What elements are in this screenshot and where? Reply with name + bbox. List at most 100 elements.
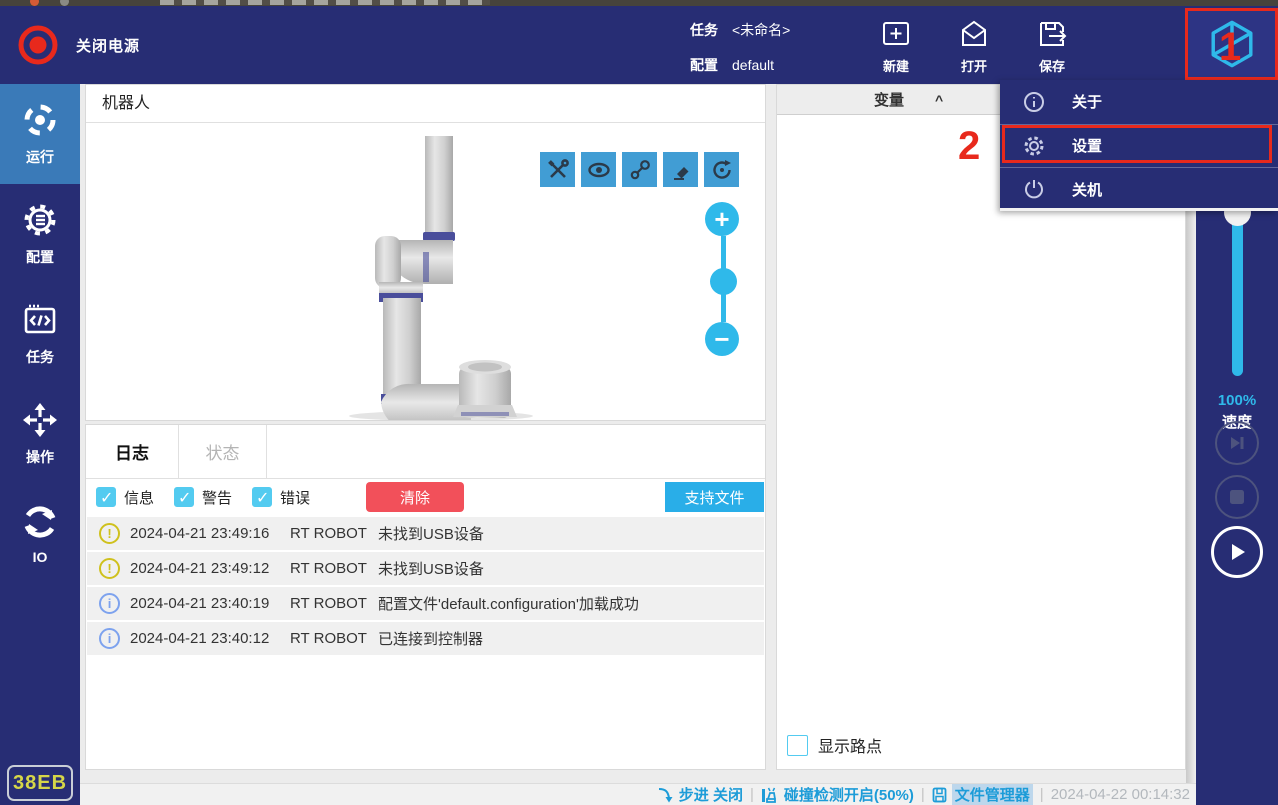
show-waypoints-label: 显示路点 [818, 739, 883, 756]
zoom-slider-knob[interactable] [709, 268, 737, 295]
log-source: RT ROBOT [290, 560, 367, 577]
open-button[interactable]: 打开 [958, 18, 990, 75]
collapse-caret-icon: ^ [935, 91, 944, 108]
sidebar-item-operate[interactable]: 操作 [0, 384, 80, 484]
clear-log-button[interactable]: 清除 [366, 482, 465, 512]
collision-label: 碰撞检测开启(50%) [783, 787, 914, 804]
power-off-button[interactable]: 关闭电源 [16, 23, 140, 67]
new-file-icon [880, 18, 912, 50]
config-gear-icon [22, 202, 58, 238]
separator: | [920, 786, 925, 803]
new-label: 新建 [882, 59, 909, 74]
sidebar-item-run[interactable]: 运行 [0, 84, 80, 184]
checkbox-info[interactable] [96, 487, 116, 508]
file-manager-button[interactable]: 文件管理器 [932, 784, 1033, 805]
log-filter-row: 信息 警告 错误 清除 支持文件 [86, 479, 765, 515]
sidebar-nav: 运行 配置 任务 操作 IO 38EB [0, 84, 80, 805]
sidebar-config-label: 配置 [26, 248, 54, 265]
log-row: ! 2024-04-21 23:49:16 RT ROBOT 未找到USB设备 [87, 517, 764, 550]
info-icon [1022, 91, 1046, 113]
step-mode-label: 步进 关闭 [678, 787, 743, 804]
config-label: 配置 [690, 57, 718, 73]
log-row: ! 2024-04-21 23:49:12 RT ROBOT 未找到USB设备 [87, 552, 764, 585]
checkbox-error[interactable] [252, 487, 273, 508]
save-button[interactable]: 保存 [1036, 18, 1068, 75]
run-target-icon [22, 102, 58, 138]
rotate-button[interactable] [704, 152, 739, 187]
step-next-button[interactable] [1215, 421, 1259, 465]
warning-circle-icon: ! [99, 523, 120, 544]
header-actions: 新建 打开 保存 [880, 18, 1068, 75]
sidebar-item-task[interactable]: 任务 [0, 284, 80, 384]
log-message: 已连接到控制器 [378, 631, 484, 648]
status-badge: 38EB [7, 765, 73, 801]
sidebar-run-label: 运行 [26, 148, 54, 165]
sidebar-operate-label: 操作 [26, 448, 54, 465]
filter-warning-label: 警告 [202, 489, 233, 507]
new-button[interactable]: 新建 [880, 18, 912, 75]
move-arrows-icon [22, 402, 58, 438]
show-waypoints-checkbox[interactable] [787, 734, 808, 756]
file-manager-icon [932, 787, 947, 802]
task-value: <未命名> [732, 22, 791, 38]
filter-info-label: 信息 [124, 489, 155, 507]
info-circle-icon: i [99, 593, 120, 614]
menu-about-label: 关于 [1072, 94, 1103, 112]
tools-button[interactable] [540, 152, 575, 187]
tab-log[interactable]: 日志 [86, 425, 179, 478]
open-label: 打开 [960, 59, 987, 74]
stop-button[interactable] [1215, 475, 1259, 519]
zoom-in-button[interactable]: + [705, 202, 739, 236]
task-config-block: 任务 <未命名> 配置 default [690, 19, 790, 89]
log-tabs: 日志 状态 [86, 425, 765, 479]
robot-panel-title: 机器人 [86, 85, 765, 123]
log-message: 未找到USB设备 [378, 561, 484, 578]
log-source: RT ROBOT [290, 595, 367, 612]
log-row: i 2024-04-21 23:40:12 RT ROBOT 已连接到控制器 [87, 622, 764, 655]
zoom-slider-track[interactable] [709, 236, 737, 322]
visibility-button[interactable] [581, 152, 616, 187]
tab-status[interactable]: 状态 [179, 425, 267, 478]
separator: | [1039, 786, 1044, 803]
step-mode-toggle[interactable]: 步进 关闭 [657, 784, 743, 805]
collision-icon [761, 787, 776, 803]
variables-title: 变量 [873, 92, 904, 109]
menu-item-settings[interactable]: 设置 [1000, 123, 1278, 168]
menu-item-about[interactable]: 关于 [1000, 80, 1278, 124]
collision-detect-toggle[interactable]: 碰撞检测开启(50%) [761, 784, 914, 805]
separator: | [749, 786, 754, 803]
robot-arm-image [349, 136, 533, 420]
annotation-step-2: 2 [958, 124, 981, 168]
checkbox-warning[interactable] [174, 487, 195, 508]
path-button[interactable] [622, 152, 657, 187]
support-file-button[interactable]: 支持文件 [665, 482, 764, 512]
play-button[interactable] [1211, 526, 1263, 578]
log-time: 2024-04-21 23:40:19 [130, 595, 270, 612]
status-bar: 步进 关闭 | 碰撞检测开启(50%) | 文件管理器 | 2024-04-22… [80, 783, 1196, 805]
file-manager-label: 文件管理器 [951, 784, 1033, 805]
window-title-text [160, 0, 490, 5]
log-time: 2024-04-21 23:49:16 [130, 525, 270, 542]
save-floppy-icon [1036, 18, 1068, 50]
sidebar-task-label: 任务 [26, 348, 54, 365]
menu-item-shutdown[interactable]: 关机 [1000, 167, 1278, 211]
config-value: default [732, 57, 775, 73]
robot-panel: 机器人 + − [85, 84, 766, 421]
sidebar-item-config[interactable]: 配置 [0, 184, 80, 284]
annotation-step-1: 1 [1219, 25, 1242, 69]
speed-value: 100% [1217, 392, 1257, 409]
robot-3d-viewport[interactable]: + − [86, 124, 765, 420]
header-bar: 关闭电源 任务 <未命名> 配置 default 新建 打开 保存 [0, 6, 1278, 84]
filter-error-label: 错误 [280, 489, 311, 507]
io-cycle-icon [22, 504, 58, 540]
speed-slider-track[interactable] [1232, 212, 1243, 376]
viewport-toolbar [540, 152, 739, 187]
zoom-out-button[interactable]: − [705, 322, 739, 356]
power-off-label: 关闭电源 [76, 37, 141, 55]
open-envelope-icon [958, 18, 990, 50]
erase-button[interactable] [663, 152, 698, 187]
power-ring-icon [16, 23, 60, 67]
sidebar-item-io[interactable]: IO [0, 484, 80, 584]
play-icon [1232, 544, 1245, 560]
task-label: 任务 [690, 22, 718, 38]
